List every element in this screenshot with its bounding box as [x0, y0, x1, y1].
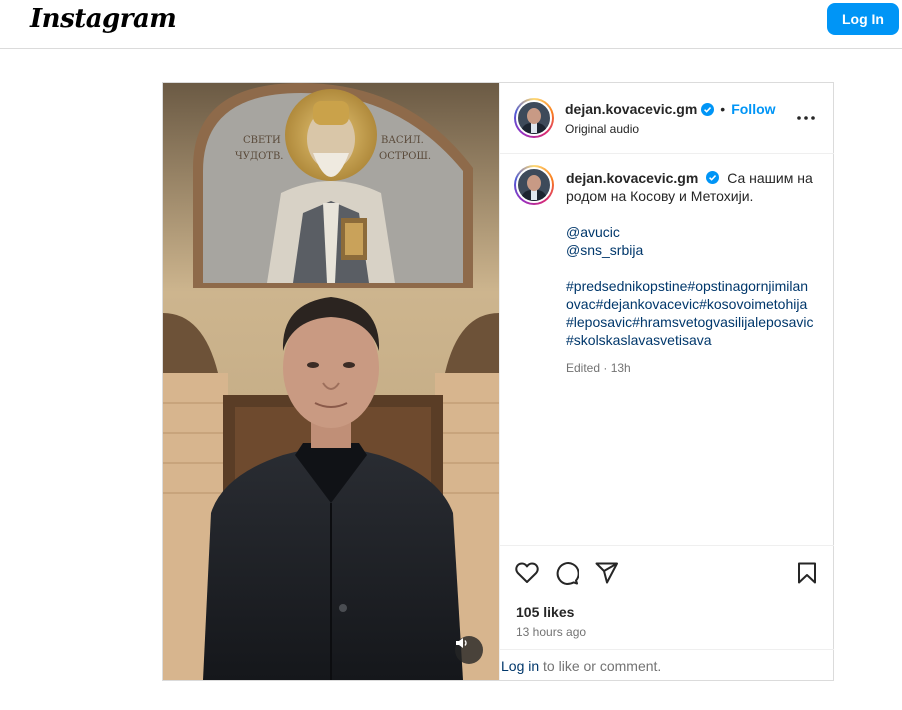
heart-icon — [515, 562, 539, 583]
mention-avucic[interactable]: @avucic — [566, 223, 814, 241]
post-card: СВЕТИ ЧУДОТВ. ВАСИЛ. ОСТРОШ. dejan.kovac… — [162, 82, 834, 681]
post-timestamp[interactable]: 13 hours ago — [516, 625, 586, 639]
volume-icon — [456, 638, 467, 648]
svg-text:ВАСИЛ.: ВАСИЛ. — [381, 135, 424, 146]
caption-username[interactable]: dejan.kovacevic.gm — [566, 170, 698, 186]
save-button[interactable] — [794, 560, 820, 586]
top-bar: Instagram Log In — [0, 0, 902, 49]
like-button[interactable] — [514, 560, 540, 586]
share-button[interactable] — [594, 560, 620, 586]
caption-hashtags[interactable]: #predsednikopstine#opstinagornjimilanova… — [566, 277, 814, 349]
video-frame: СВЕТИ ЧУДОТВ. ВАСИЛ. ОСТРОШ. — [163, 83, 499, 680]
verified-badge-icon — [706, 171, 720, 184]
caption-meta: Edited · 13h — [566, 361, 631, 375]
more-options-button[interactable] — [795, 107, 817, 129]
login-button[interactable]: Log In — [827, 3, 899, 35]
original-audio-link[interactable]: Original audio — [565, 122, 639, 136]
post-actions: 105 likes 13 hours ago — [500, 545, 834, 649]
follow-button[interactable]: Follow — [731, 101, 775, 117]
post-video[interactable]: СВЕТИ ЧУДОТВ. ВАСИЛ. ОСТРОШ. — [163, 83, 499, 680]
login-link[interactable]: Log in — [501, 658, 539, 674]
likes-count[interactable]: 105 likes — [516, 604, 574, 620]
separator-dot: • — [720, 101, 726, 117]
author-username[interactable]: dejan.kovacevic.gm — [565, 101, 697, 117]
comment-login-prompt: Log in to like or comment. — [500, 649, 834, 680]
sound-toggle-button[interactable] — [455, 636, 483, 664]
more-options-icon — [797, 116, 815, 120]
share-icon — [595, 562, 618, 584]
verified-badge-icon — [701, 102, 715, 116]
comment-icon — [556, 562, 579, 585]
caption-avatar[interactable] — [514, 165, 554, 205]
instagram-logo[interactable]: Instagram — [30, 4, 177, 34]
svg-text:ЧУДОТВ.: ЧУДОТВ. — [235, 151, 283, 162]
svg-text:СВЕТИ: СВЕТИ — [243, 135, 281, 146]
comment-prompt-text: to like or comment. — [539, 658, 662, 674]
post-side-panel: dejan.kovacevic.gm • Follow Original aud… — [499, 83, 834, 680]
bookmark-icon — [798, 562, 816, 584]
author-avatar[interactable] — [514, 98, 554, 138]
post-header: dejan.kovacevic.gm • Follow Original aud… — [500, 83, 834, 154]
mention-sns-srbija[interactable]: @sns_srbija — [566, 241, 814, 259]
svg-text:ОСТРОШ.: ОСТРОШ. — [379, 151, 431, 162]
comment-button[interactable] — [554, 560, 580, 586]
caption-body: dejan.kovacevic.gm Са нашим народом на К… — [566, 169, 814, 377]
